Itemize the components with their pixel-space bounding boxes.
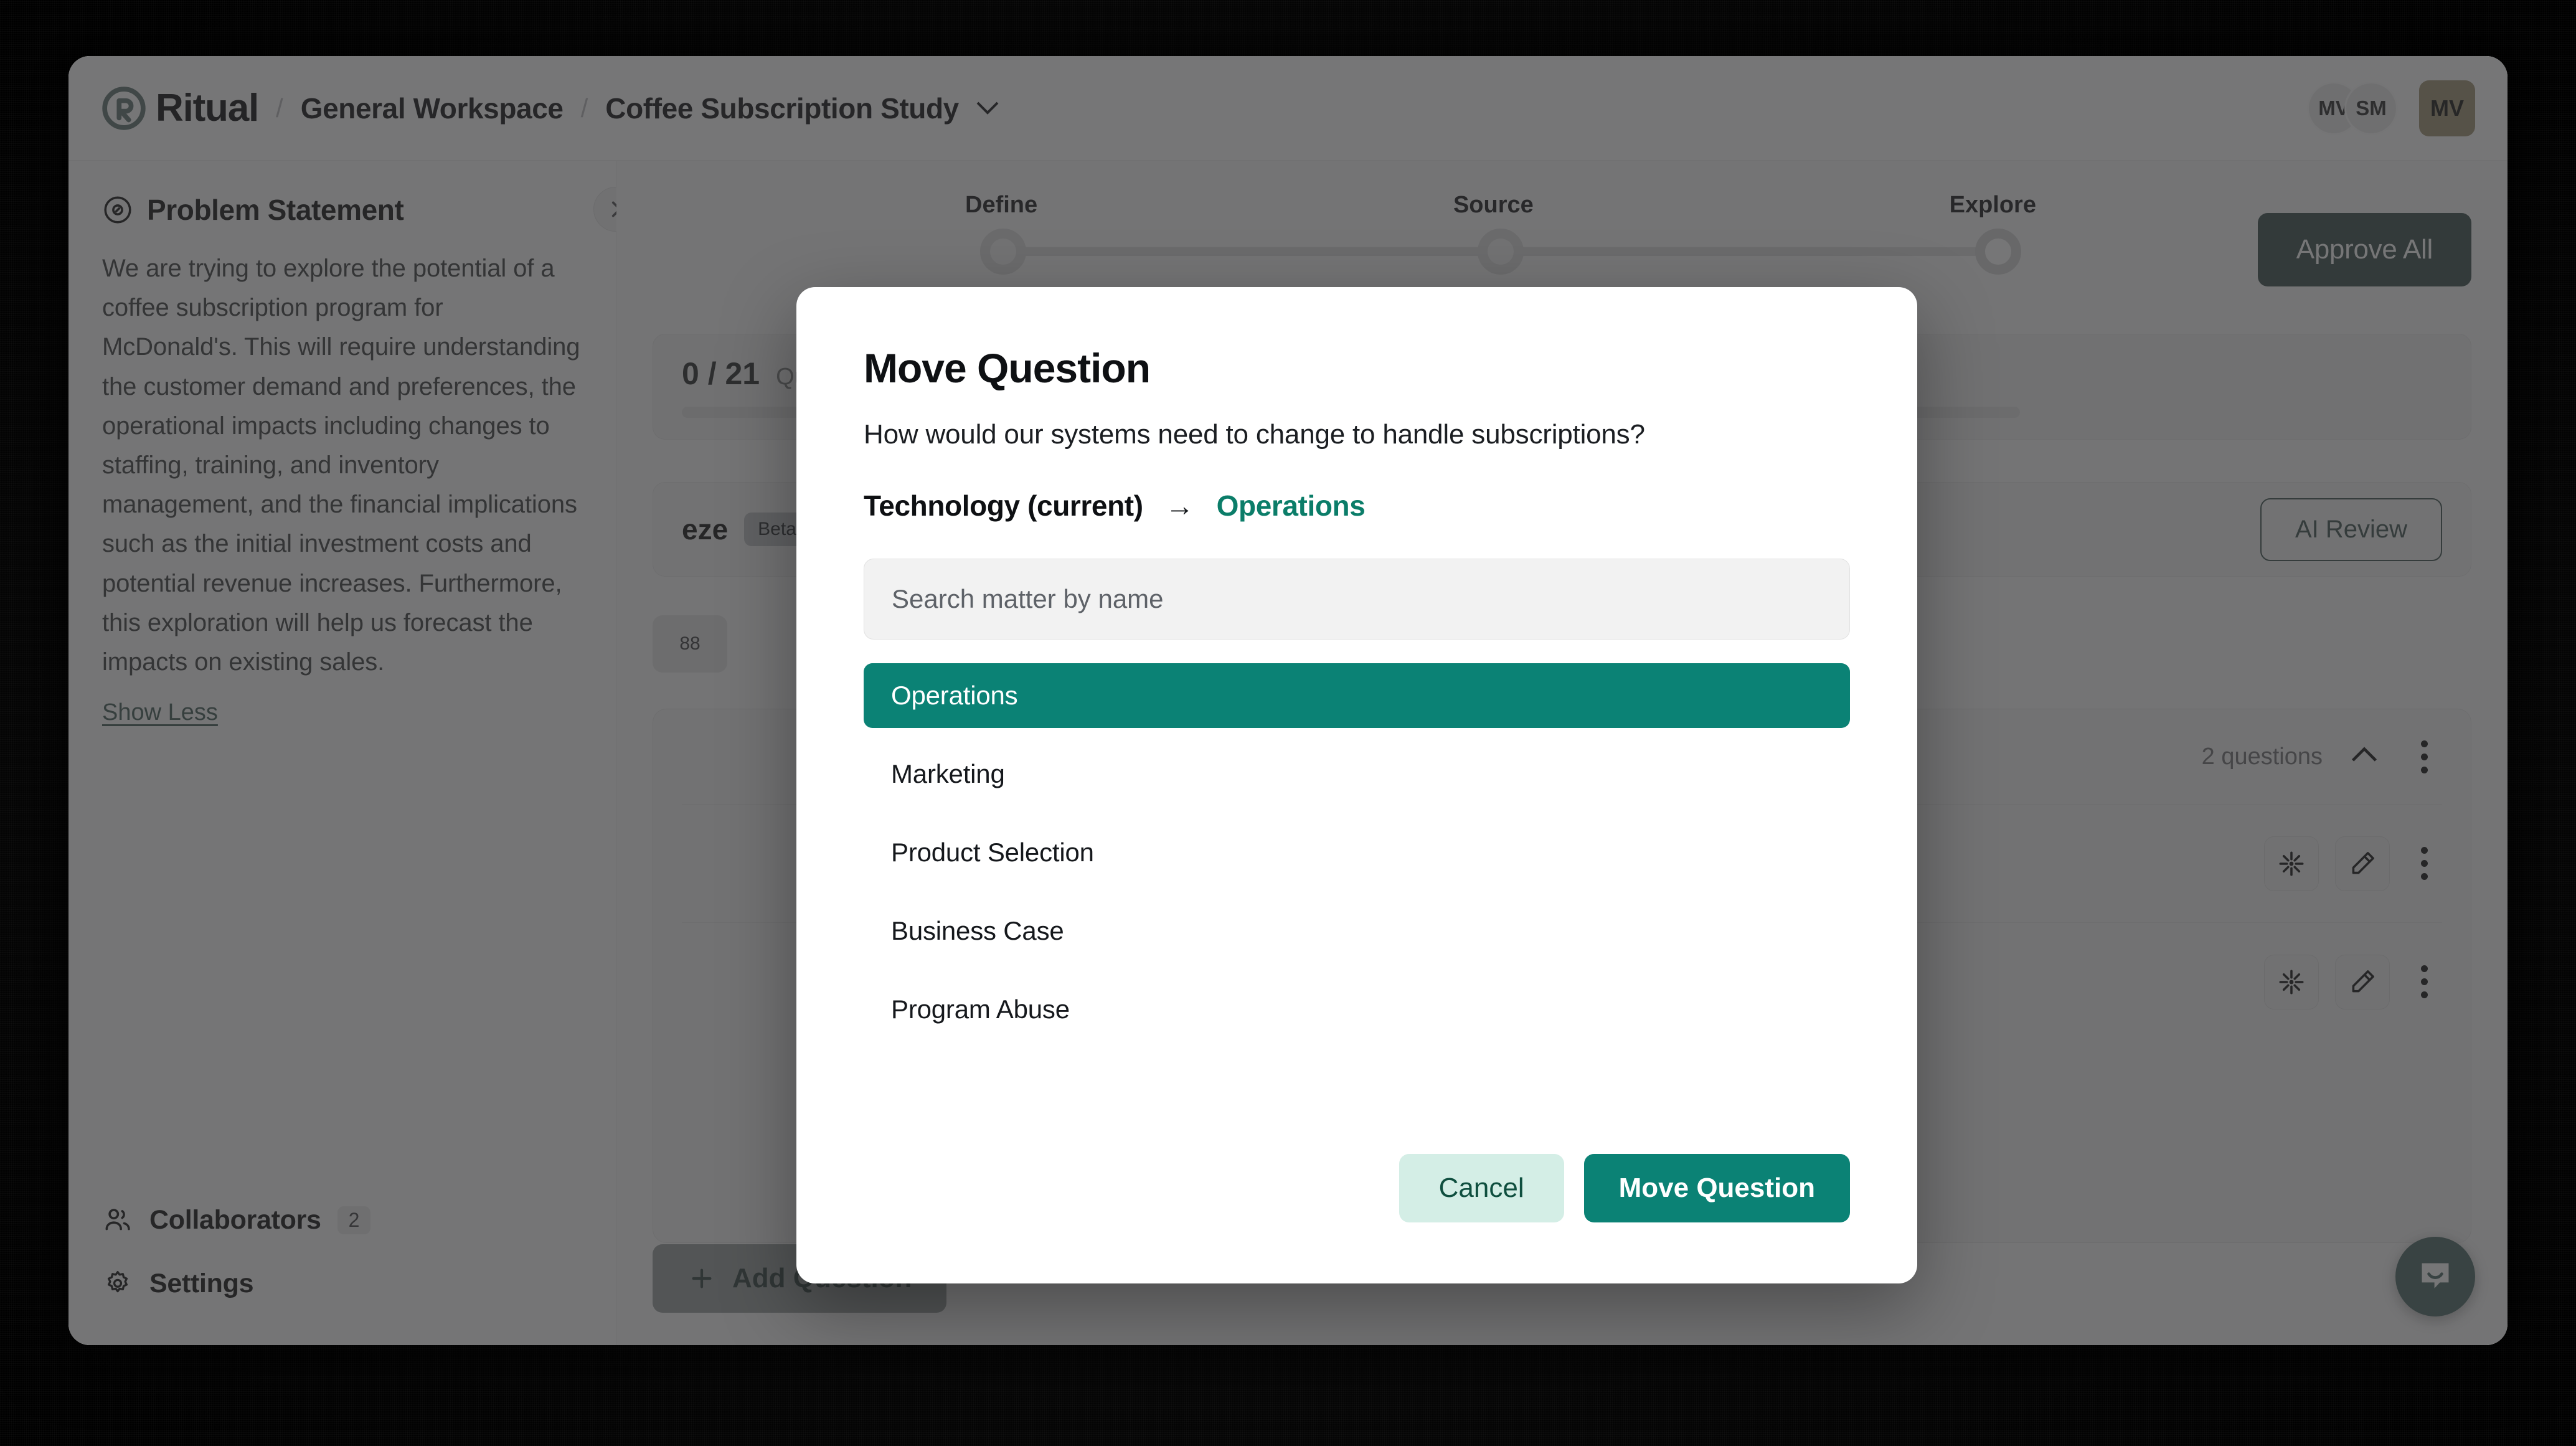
- desktop-backdrop: Ritual / General Workspace / Coffee Subs…: [0, 0, 2576, 1446]
- matter-option-product-selection[interactable]: Product Selection: [864, 820, 1850, 885]
- move-path-from: Technology (current): [864, 489, 1143, 522]
- cancel-button[interactable]: Cancel: [1399, 1154, 1564, 1222]
- matter-option-marketing[interactable]: Marketing: [864, 742, 1850, 806]
- move-question-confirm-button[interactable]: Move Question: [1583, 1154, 1850, 1222]
- dialog-title: Move Question: [864, 345, 1151, 391]
- matter-list: Operations Marketing Product Selection B…: [864, 663, 1850, 1042]
- move-question-dialog: Move Question How would our systems need…: [796, 287, 1917, 1283]
- matter-option-business-case[interactable]: Business Case: [864, 899, 1850, 963]
- matter-option-program-abuse[interactable]: Program Abuse: [864, 977, 1850, 1042]
- arrow-right-icon: →: [1165, 489, 1194, 522]
- move-path: Technology (current) → Operations: [864, 489, 1850, 522]
- dialog-question-text: How would our systems need to change to …: [864, 419, 1645, 450]
- search-input[interactable]: [864, 559, 1850, 640]
- matter-option-operations[interactable]: Operations: [864, 663, 1850, 728]
- browser-window: Ritual / General Workspace / Coffee Subs…: [68, 56, 2508, 1345]
- move-path-to: Operations: [1216, 489, 1366, 522]
- dialog-actions: Cancel Move Question: [1399, 1154, 1850, 1222]
